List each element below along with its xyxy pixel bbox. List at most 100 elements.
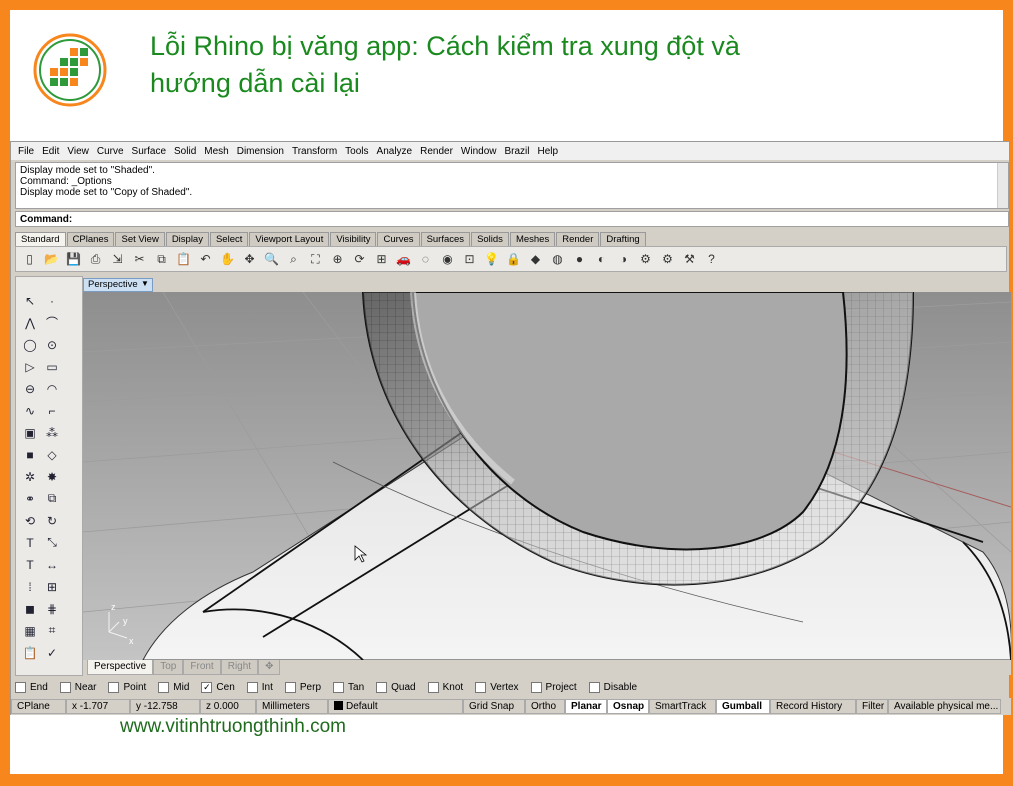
polyline-icon[interactable]: ⋀ xyxy=(20,313,40,332)
planar-button[interactable]: Planar xyxy=(565,699,607,714)
group-icon[interactable]: ⊞ xyxy=(42,577,62,596)
surface-icon[interactable]: ◇ xyxy=(42,445,62,464)
tab-standard[interactable]: Standard xyxy=(15,232,66,246)
array-icon[interactable]: ⁞ xyxy=(20,577,40,596)
tab-meshes[interactable]: Meshes xyxy=(509,232,556,246)
explode-icon[interactable]: ✸ xyxy=(42,467,62,486)
polygon-icon[interactable]: ▷ xyxy=(20,357,40,376)
osnap-tan[interactable]: Tan xyxy=(333,681,364,693)
menu-curve[interactable]: Curve xyxy=(94,146,129,157)
help-icon[interactable]: ? xyxy=(702,250,721,269)
sphere-multi-icon[interactable]: ⁂ xyxy=(42,423,62,442)
menu-view[interactable]: View xyxy=(64,146,94,157)
pan-icon[interactable]: ✋ xyxy=(218,250,237,269)
filter-button[interactable]: Filter xyxy=(856,699,888,714)
show-icon[interactable]: ◉ xyxy=(438,250,457,269)
osnap-perp[interactable]: Perp xyxy=(284,681,321,693)
menu-window[interactable]: Window xyxy=(458,146,502,157)
checkbox[interactable] xyxy=(284,681,296,693)
checkbox[interactable] xyxy=(530,681,542,693)
ortho-button[interactable]: Ortho xyxy=(525,699,565,714)
osnap-vertex[interactable]: Vertex xyxy=(475,681,519,693)
menu-surface[interactable]: Surface xyxy=(129,146,171,157)
light-icon[interactable]: 💡 xyxy=(482,250,501,269)
osnap-near[interactable]: Near xyxy=(59,681,96,693)
osnap-disable[interactable]: Disable xyxy=(588,681,637,693)
ellipse-icon[interactable]: ⊖ xyxy=(20,379,40,398)
osnap-knot[interactable]: Knot xyxy=(427,681,463,693)
status-cplane[interactable]: CPlane xyxy=(11,699,66,714)
checkbox[interactable]: ✓ xyxy=(201,681,213,693)
arc-circle-icon[interactable]: ⊙ xyxy=(42,335,62,354)
menu-solid[interactable]: Solid xyxy=(171,146,201,157)
open-icon[interactable]: 📂 xyxy=(42,250,61,269)
smarttrack-button[interactable]: SmartTrack xyxy=(649,699,716,714)
status-layer[interactable]: Default xyxy=(328,699,463,714)
menu-analyze[interactable]: Analyze xyxy=(374,146,418,157)
grid-snap-button[interactable]: Grid Snap xyxy=(463,699,525,714)
osnap-quad[interactable]: Quad xyxy=(376,681,416,693)
import-icon[interactable]: ⇲ xyxy=(108,250,127,269)
tab-render[interactable]: Render xyxy=(556,232,600,246)
boolean-icon[interactable]: ⚭ xyxy=(20,489,40,508)
menu-file[interactable]: File xyxy=(15,146,39,157)
lock-icon[interactable]: ⊡ xyxy=(460,250,479,269)
tab-viewport-layout[interactable]: Viewport Layout xyxy=(249,232,330,246)
rectangle-icon[interactable]: ▭ xyxy=(42,357,62,376)
arc-icon[interactable]: ◠ xyxy=(42,379,62,398)
fillet-icon[interactable]: ⌐ xyxy=(42,401,62,420)
checkbox[interactable] xyxy=(475,681,487,693)
menu-mesh[interactable]: Mesh xyxy=(201,146,233,157)
viewport-grid-icon[interactable]: ⊞ xyxy=(372,250,391,269)
clipboard-icon[interactable]: 📋 xyxy=(20,643,40,662)
settings-icon[interactable]: ⚙ xyxy=(636,250,655,269)
solid-blue-icon[interactable]: ◼ xyxy=(20,599,40,618)
tab-cplanes[interactable]: CPlanes xyxy=(66,232,115,246)
menu-brazil[interactable]: Brazil xyxy=(502,146,535,157)
car-icon[interactable]: 🚗 xyxy=(394,250,413,269)
menu-tools[interactable]: Tools xyxy=(342,146,373,157)
checkbox[interactable] xyxy=(588,681,600,693)
checkbox[interactable] xyxy=(158,681,170,693)
menu-dimension[interactable]: Dimension xyxy=(234,146,289,157)
sphere2-icon[interactable]: ◐ xyxy=(592,250,611,269)
rotate-icon[interactable]: ↻ xyxy=(42,511,62,530)
save-icon[interactable]: 💾 xyxy=(64,250,83,269)
point-icon[interactable]: · xyxy=(42,291,62,310)
options-icon[interactable]: ⚒ xyxy=(680,250,699,269)
tab-solids[interactable]: Solids xyxy=(471,232,509,246)
check-icon[interactable]: ✓ xyxy=(42,643,62,662)
viewport-menu-chevron-icon[interactable]: ▼ xyxy=(140,279,150,291)
hatch-icon[interactable]: ⋕ xyxy=(42,599,62,618)
dim-icon[interactable]: ↔ xyxy=(42,555,62,574)
blocks-icon[interactable]: ⌗ xyxy=(42,621,62,640)
lock2-icon[interactable]: 🔒 xyxy=(504,250,523,269)
tab-visibility[interactable]: Visibility xyxy=(330,232,377,246)
gear-icon[interactable]: ⚙ xyxy=(658,250,677,269)
zoom-icon[interactable]: 🔍 xyxy=(262,250,281,269)
select-arrow-icon[interactable]: ↖ xyxy=(20,291,40,310)
status-units[interactable]: Millimeters xyxy=(256,699,328,714)
text-icon[interactable]: T xyxy=(20,555,40,574)
sphere-icon[interactable]: ● xyxy=(570,250,589,269)
osnap-cen[interactable]: ✓ Cen xyxy=(201,681,235,693)
curve-points-icon[interactable]: ⌒ xyxy=(42,313,62,332)
osnap-end[interactable]: End xyxy=(15,681,48,693)
free-curve-icon[interactable]: ∿ xyxy=(20,401,40,420)
menu-transform[interactable]: Transform xyxy=(289,146,342,157)
tab-right[interactable]: Right xyxy=(220,660,259,675)
tab-display[interactable]: Display xyxy=(165,232,209,246)
hide-icon[interactable]: ◌ xyxy=(416,250,435,269)
tab-surfaces[interactable]: Surfaces xyxy=(420,232,471,246)
layers-icon[interactable]: ▦ xyxy=(20,621,40,640)
tab-curves[interactable]: Curves xyxy=(377,232,420,246)
tab-select[interactable]: Select xyxy=(209,232,249,246)
checkbox[interactable] xyxy=(59,681,71,693)
material-icon[interactable]: ◍ xyxy=(548,250,567,269)
command-input[interactable]: Command: xyxy=(15,211,1009,227)
paste-icon[interactable]: 📋 xyxy=(174,250,193,269)
move-icon[interactable]: ⟲ xyxy=(20,511,40,530)
checkbox[interactable] xyxy=(427,681,439,693)
cube-blue-icon[interactable]: ■ xyxy=(20,445,40,464)
menu-edit[interactable]: Edit xyxy=(39,146,64,157)
